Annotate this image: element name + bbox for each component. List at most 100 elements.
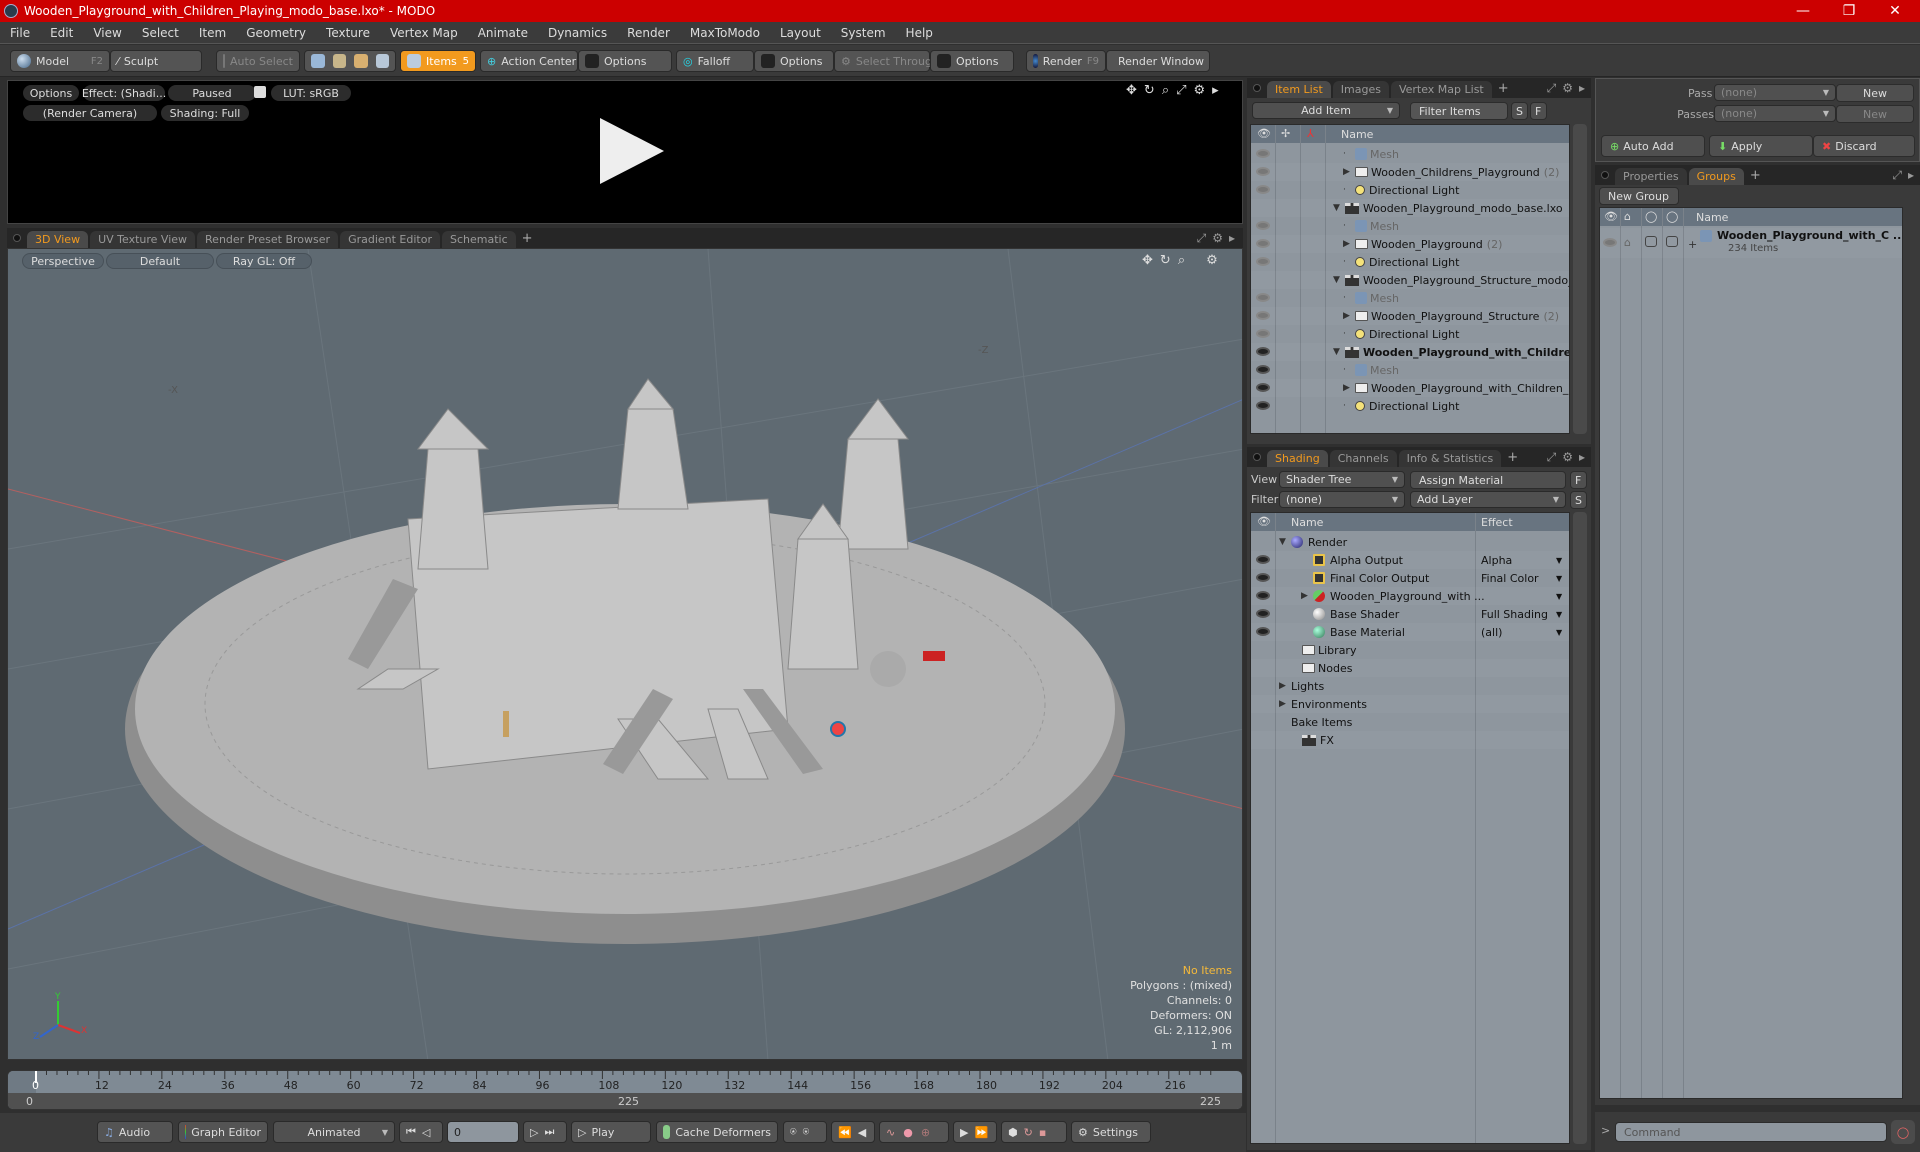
falloff-options-button[interactable]: Options: [754, 50, 834, 72]
select-toggle[interactable]: [1666, 236, 1678, 247]
add-tab-button[interactable]: +: [1746, 168, 1765, 183]
menu-item[interactable]: Item: [189, 26, 236, 40]
current-frame-field[interactable]: 0: [447, 1121, 519, 1143]
graph-editor-button[interactable]: Graph Editor: [178, 1121, 268, 1143]
animated-mode-dropdown[interactable]: Animated: [273, 1121, 395, 1143]
collapse-arrow-icon[interactable]: ▼: [1279, 537, 1291, 547]
shader-tree-row[interactable]: Bake Items: [1251, 713, 1569, 731]
shader-tree-row[interactable]: FX: [1251, 731, 1569, 749]
gear-icon[interactable]: ⚙: [1562, 81, 1573, 96]
shader-tree-row[interactable]: ▶ Environments: [1251, 695, 1569, 713]
expand-arrow-icon[interactable]: ▶: [1343, 239, 1355, 249]
tab-schematic[interactable]: Schematic: [442, 231, 516, 248]
settings-button[interactable]: ⚙ Settings: [1071, 1121, 1151, 1143]
item-list-row[interactable]: ▼ Wooden_Playground_Structure_modo_b...: [1251, 271, 1569, 289]
menu-file[interactable]: File: [0, 26, 40, 40]
passes-dropdown[interactable]: (none): [1714, 105, 1836, 122]
step-forward-icon[interactable]: ▶: [960, 1126, 968, 1139]
menu-system[interactable]: System: [831, 26, 896, 40]
arrow-right-icon[interactable]: ▸: [1579, 450, 1585, 465]
item-list-row[interactable]: · Mesh: [1251, 145, 1569, 163]
next-keyframe-icon[interactable]: ⏩: [974, 1126, 988, 1139]
render-toggle-icon[interactable]: ⌂: [1624, 236, 1631, 249]
menu-vertex-map[interactable]: Vertex Map: [380, 26, 468, 40]
expand-plus-icon[interactable]: +: [1688, 238, 1697, 251]
shader-tree-scrollbar[interactable]: [1573, 512, 1587, 1144]
effect-dropdown-arrow-icon[interactable]: ▼: [1556, 592, 1562, 601]
gear-icon[interactable]: ⚙: [1212, 231, 1223, 246]
menu-help[interactable]: Help: [896, 26, 943, 40]
rotate-icon[interactable]: ↻: [1160, 253, 1171, 268]
record-icon[interactable]: ●: [903, 1126, 913, 1139]
shader-tree-row[interactable]: ▶ Wooden_Playground_with ... ▼: [1251, 587, 1569, 605]
action-center-options-button[interactable]: Options: [578, 50, 672, 72]
close-button[interactable]: ✕: [1872, 0, 1918, 22]
remove-key-icon[interactable]: ⍟: [803, 1125, 810, 1139]
item-list-row[interactable]: · Mesh: [1251, 361, 1569, 379]
tab-gradient-editor[interactable]: Gradient Editor: [340, 231, 440, 248]
zoom-icon[interactable]: ⌕: [1178, 253, 1185, 268]
filter-items-input[interactable]: Filter Items: [1410, 102, 1508, 120]
add-layer-dropdown[interactable]: Add Layer: [1410, 491, 1566, 508]
falloff-button[interactable]: ◎ Falloff: [676, 50, 754, 72]
item-list-row[interactable]: · Mesh: [1251, 289, 1569, 307]
menu-texture[interactable]: Texture: [316, 26, 380, 40]
play-button[interactable]: ▷ Play: [571, 1121, 651, 1143]
timeline[interactable]: 0 12 24 36 48 60 72 84 96 108 120 132 144 156 168 180 19…: [7, 1070, 1243, 1110]
key-channel-icon[interactable]: ⬢: [1008, 1126, 1018, 1139]
group-row[interactable]: ⌂ + Wooden_Playground_with_C ... 234 Ite…: [1600, 228, 1902, 258]
visibility-eye-icon[interactable]: [1256, 573, 1270, 582]
item-list-row[interactable]: · Directional Light: [1251, 253, 1569, 271]
edges-mode-icon[interactable]: [332, 54, 346, 68]
shading-dropdown[interactable]: Shading: Full: [161, 105, 249, 121]
3d-viewport[interactable]: -X -Z Y X Z Perspective Default Ray GL: …: [7, 248, 1243, 1060]
tab-images[interactable]: Images: [1332, 81, 1389, 98]
item-list-row[interactable]: ▶ Wooden_Childrens_Playground (2): [1251, 163, 1569, 181]
tab-3d-view[interactable]: 3D View: [27, 231, 89, 248]
model-mode-button[interactable]: Model F2: [10, 50, 110, 72]
visibility-eye-icon[interactable]: [1256, 149, 1270, 158]
preview-effect-dropdown[interactable]: Effect: (Shadi...: [82, 85, 166, 101]
new-pass-button[interactable]: New: [1836, 105, 1914, 123]
preview-options-button[interactable]: Options: [23, 85, 79, 101]
shader-tree-row[interactable]: Library: [1251, 641, 1569, 659]
expand-arrow-icon[interactable]: ▶: [1343, 311, 1355, 321]
visibility-eye-icon[interactable]: [1256, 329, 1270, 338]
visibility-eye-icon[interactable]: [1603, 238, 1617, 247]
go-to-start-icon[interactable]: ⏮: [406, 1125, 416, 1139]
cache-deformers-button[interactable]: Cache Deformers: [656, 1121, 778, 1143]
visibility-eye-icon[interactable]: [1256, 347, 1270, 356]
shader-tree-row[interactable]: Final Color Output Final Color ▼: [1251, 569, 1569, 587]
add-tab-button[interactable]: +: [518, 231, 537, 246]
expand-arrow-icon[interactable]: ▶: [1343, 167, 1355, 177]
visibility-eye-icon[interactable]: [1256, 185, 1270, 194]
new-group-button[interactable]: New Group: [1599, 187, 1679, 205]
s-button[interactable]: S: [1570, 491, 1587, 509]
arrow-right-icon[interactable]: ▸: [1229, 231, 1235, 246]
item-list-row[interactable]: ▼ Wooden_Playground_with_Childre...: [1251, 343, 1569, 361]
visibility-eye-icon[interactable]: [1256, 609, 1270, 618]
shader-tree-row[interactable]: Base Material (all) ▼: [1251, 623, 1569, 641]
visibility-eye-icon[interactable]: [1256, 555, 1270, 564]
render-button[interactable]: Render F9: [1026, 50, 1106, 72]
s-button[interactable]: S: [1511, 102, 1528, 120]
go-to-end-icon[interactable]: ⏭: [544, 1125, 554, 1139]
pan-icon[interactable]: ✥: [1126, 83, 1137, 98]
pan-icon[interactable]: ✥: [1142, 253, 1153, 268]
render-camera-dropdown[interactable]: (Render Camera): [23, 105, 157, 121]
visibility-eye-icon[interactable]: [1256, 591, 1270, 600]
maximize-button[interactable]: ❐: [1826, 0, 1872, 22]
auto-key-icon[interactable]: ∿: [886, 1126, 895, 1139]
item-list-row[interactable]: · Directional Light: [1251, 325, 1569, 343]
tab-channels[interactable]: Channels: [1329, 450, 1397, 467]
gear-icon[interactable]: ⚙: [1194, 83, 1206, 98]
prev-keyframe-icon[interactable]: ⏪: [838, 1126, 852, 1139]
zoom-icon[interactable]: ⌕: [1162, 83, 1169, 98]
expand-arrow-icon[interactable]: ▶: [1301, 591, 1313, 601]
select-through-button[interactable]: ⚙ Select Through: [834, 50, 939, 72]
f-button[interactable]: F: [1530, 102, 1547, 120]
item-list-row[interactable]: ▶ Wooden_Playground_Structure (2): [1251, 307, 1569, 325]
expand-arrow-icon[interactable]: ▶: [1279, 699, 1291, 709]
effect-dropdown-arrow-icon[interactable]: ▼: [1556, 610, 1562, 619]
perspective-dropdown[interactable]: Perspective: [22, 253, 104, 269]
